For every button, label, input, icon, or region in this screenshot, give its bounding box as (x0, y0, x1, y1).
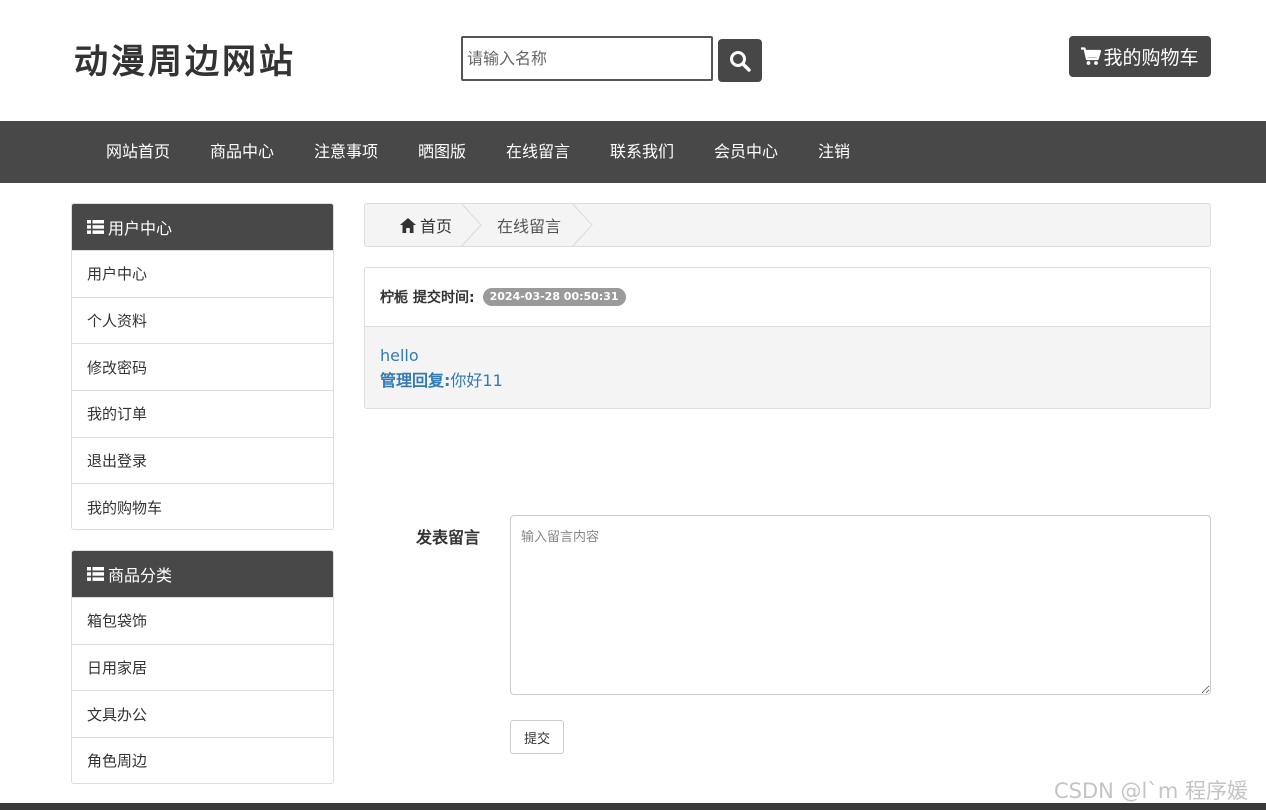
categories-title: 商品分类 (108, 566, 173, 585)
post-message-label: 发表留言 (416, 528, 481, 547)
search-button[interactable] (718, 39, 762, 82)
sidebar-item-my-cart[interactable]: 我的购物车 (72, 483, 333, 529)
nav-contact[interactable]: 联系我们 (610, 121, 674, 183)
message-reply: 管理回复:你好11 (380, 368, 1195, 393)
user-center-header: 用户中心 (72, 204, 333, 250)
home-icon (400, 217, 416, 233)
footer-bar (0, 803, 1266, 810)
breadcrumb: 首页 在线留言 (364, 203, 1211, 247)
message-body: hello 管理回复:你好11 (365, 327, 1210, 408)
nav-photo-board[interactable]: 晒图版 (418, 121, 466, 183)
nav-products[interactable]: 商品中心 (210, 121, 274, 183)
message-header: 柠栀 提交时间: 2024-03-28 00:50:31 (365, 268, 1210, 327)
cart-label: 我的购物车 (1103, 47, 1199, 69)
sidebar-item-logout[interactable]: 退出登录 (72, 436, 333, 484)
main-nav: 网站首页 商品中心 注意事项 晒图版 在线留言 联系我们 会员中心 注销 (0, 121, 1266, 183)
site-title: 动漫周边网站 (74, 42, 296, 82)
reply-label: 管理回复: (380, 371, 451, 390)
categories-panel: 商品分类 箱包袋饰 日用家居 文具办公 角色周边 (71, 550, 334, 784)
submit-button[interactable]: 提交 (510, 720, 564, 754)
breadcrumb-home-label: 首页 (420, 217, 453, 236)
cart-button[interactable]: 我的购物车 (1069, 36, 1211, 77)
category-bags[interactable]: 箱包袋饰 (72, 597, 333, 644)
sidebar-item-profile[interactable]: 个人资料 (72, 296, 333, 344)
user-center-panel: 用户中心 用户中心 个人资料 修改密码 我的订单 退出登录 我的购物车 (71, 203, 334, 530)
message-card: 柠栀 提交时间: 2024-03-28 00:50:31 hello 管理回复:… (364, 267, 1211, 409)
category-stationery[interactable]: 文具办公 (72, 690, 333, 737)
nav-messages[interactable]: 在线留言 (506, 121, 570, 183)
message-time-badge: 2024-03-28 00:50:31 (482, 288, 626, 306)
list-icon (87, 220, 104, 234)
breadcrumb-separator (572, 204, 593, 246)
category-home[interactable]: 日用家居 (72, 643, 333, 691)
reply-text: 你好11 (450, 371, 503, 390)
message-content: hello (380, 346, 419, 365)
watermark: CSDN @l`m 程序媛 (1054, 779, 1249, 803)
search-icon (730, 50, 751, 72)
message-author: 柠栀 (380, 290, 408, 306)
user-center-title: 用户中心 (108, 219, 173, 238)
search-input[interactable] (461, 36, 713, 81)
nav-logout[interactable]: 注销 (818, 121, 850, 183)
breadcrumb-separator (461, 204, 482, 246)
sidebar-item-my-orders[interactable]: 我的订单 (72, 390, 333, 437)
sidebar-item-change-password[interactable]: 修改密码 (72, 343, 333, 390)
categories-header: 商品分类 (72, 551, 333, 597)
breadcrumb-home[interactable]: 首页 (400, 204, 452, 246)
sidebar-item-user-center[interactable]: 用户中心 (72, 250, 333, 297)
message-time-label: 提交时间: (413, 290, 475, 306)
category-character-goods[interactable]: 角色周边 (72, 737, 333, 783)
shopping-cart-icon (1081, 47, 1102, 65)
list-icon (87, 567, 104, 581)
message-textarea[interactable] (510, 515, 1211, 695)
nav-home[interactable]: 网站首页 (106, 121, 170, 183)
nav-member-center[interactable]: 会员中心 (714, 121, 778, 183)
nav-notices[interactable]: 注意事项 (314, 121, 378, 183)
breadcrumb-current: 在线留言 (497, 217, 562, 236)
